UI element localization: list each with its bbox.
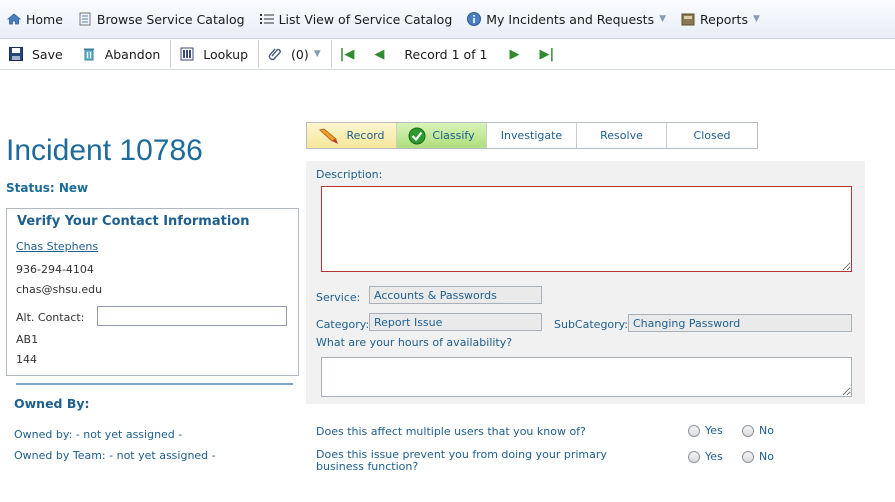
- q2-yes-label: Yes: [705, 450, 723, 463]
- stage-classify[interactable]: Classify: [397, 123, 487, 148]
- hours-label: What are your hours of availability?: [316, 336, 513, 349]
- nav-my-incidents-label: My Incidents and Requests: [486, 11, 655, 27]
- owned-by-value: Owned by: - not yet assigned -: [14, 428, 183, 441]
- chevron-down-icon: ▼: [659, 14, 667, 24]
- lookup-label: Lookup: [203, 46, 249, 62]
- description-input[interactable]: [321, 186, 852, 272]
- question-primary-function: Does this issue prevent you from doing y…: [316, 449, 607, 471]
- last-record-icon[interactable]: ▶|: [540, 47, 555, 62]
- q1-yes-label: Yes: [705, 424, 723, 437]
- nav-reports[interactable]: Reports ▼: [680, 11, 760, 27]
- attachments-button[interactable]: (0) ▼: [267, 46, 321, 62]
- contact-name-link[interactable]: Chas Stephens: [16, 240, 98, 253]
- pencil-icon: [318, 127, 340, 145]
- toolbar-separator: [330, 40, 332, 68]
- nav-browse-catalog[interactable]: Browse Service Catalog: [77, 11, 245, 27]
- home-icon: [6, 11, 22, 27]
- lookup-icon: [179, 46, 195, 62]
- catalog-icon: [77, 11, 93, 27]
- category-field: Report Issue: [369, 313, 542, 331]
- contact-info-panel: Verify Your Contact Information Chas Ste…: [6, 208, 299, 376]
- record-position: Record 1 of 1: [404, 46, 488, 62]
- q2-yes-radio[interactable]: Yes: [688, 450, 723, 463]
- info-icon: [466, 11, 482, 27]
- category-label: Category:: [316, 318, 370, 331]
- contact-building: AB1: [16, 333, 39, 346]
- save-icon: [8, 46, 24, 62]
- radio-circle-icon: [742, 450, 754, 463]
- nav-home-label: Home: [26, 11, 63, 27]
- save-button[interactable]: Save: [8, 46, 63, 62]
- save-label: Save: [32, 46, 63, 62]
- paperclip-icon: [267, 46, 283, 62]
- trash-icon: [81, 46, 97, 62]
- abandon-label: Abandon: [104, 46, 161, 62]
- nav-list-view[interactable]: List View of Service Catalog: [259, 11, 453, 27]
- q1-yes-radio[interactable]: Yes: [688, 424, 723, 437]
- stage-closed-label: Closed: [693, 129, 731, 142]
- stage-record-label: Record: [346, 129, 385, 142]
- radio-circle-icon: [688, 450, 700, 463]
- contact-email: chas@shsu.edu: [16, 283, 103, 296]
- nav-reports-label: Reports: [700, 11, 748, 27]
- previous-record-icon[interactable]: ◀: [374, 47, 384, 62]
- q1-no-label: No: [759, 424, 774, 437]
- nav-browse-label: Browse Service Catalog: [96, 11, 245, 27]
- stage-investigate[interactable]: Investigate: [487, 123, 577, 148]
- subcategory-field: Changing Password: [628, 314, 852, 332]
- radio-circle-icon: [688, 424, 700, 437]
- record-toolbar: Save Abandon Lookup (0) ▼ |◀ ◀ Record 1 …: [0, 39, 895, 70]
- stage-resolve[interactable]: Resolve: [577, 123, 667, 148]
- nav-home[interactable]: Home: [6, 11, 63, 27]
- service-label: Service:: [316, 291, 361, 304]
- attachments-count: (0): [291, 46, 309, 62]
- stage-resolve-label: Resolve: [600, 129, 643, 142]
- subcategory-label: SubCategory:: [554, 318, 629, 331]
- status-label: Status: New: [6, 181, 89, 195]
- list-icon: [259, 11, 275, 27]
- process-stage-bar: Record Classify Investigate Resolve Clos…: [306, 122, 758, 149]
- nav-my-incidents[interactable]: My Incidents and Requests ▼: [466, 11, 666, 27]
- alt-contact-input[interactable]: [97, 306, 287, 326]
- owned-by-heading: Owned By:: [14, 396, 90, 411]
- check-icon: [408, 127, 426, 145]
- owned-by-team-value: Owned by Team: - not yet assigned -: [14, 449, 216, 462]
- lookup-button[interactable]: Lookup: [179, 46, 248, 62]
- top-navigation: Home Browse Service Catalog List View of…: [0, 0, 895, 39]
- toolbar-separator: [258, 40, 260, 68]
- abandon-button[interactable]: Abandon: [81, 46, 161, 62]
- radio-circle-icon: [742, 424, 754, 437]
- stage-closed[interactable]: Closed: [667, 123, 757, 148]
- nav-list-view-label: List View of Service Catalog: [278, 11, 453, 27]
- stage-record[interactable]: Record: [307, 123, 397, 148]
- stage-classify-label: Classify: [432, 129, 475, 142]
- contact-heading: Verify Your Contact Information: [17, 214, 250, 229]
- reports-icon: [680, 11, 696, 27]
- next-record-icon[interactable]: ▶: [510, 47, 520, 62]
- toolbar-separator: [170, 40, 172, 68]
- contact-room: 144: [16, 353, 37, 366]
- incident-form-panel: Description: Service: Accounts & Passwor…: [306, 161, 865, 404]
- chevron-down-icon[interactable]: ▼: [314, 49, 321, 59]
- q2-no-label: No: [759, 450, 774, 463]
- stage-investigate-label: Investigate: [500, 129, 563, 142]
- contact-phone: 936-294-4104: [16, 263, 94, 276]
- question-multiple-users: Does this affect multiple users that you…: [316, 425, 586, 438]
- alt-contact-label: Alt. Contact:: [16, 311, 85, 324]
- description-label: Description:: [316, 168, 383, 181]
- chevron-down-icon: ▼: [752, 14, 760, 24]
- service-field: Accounts & Passwords: [369, 286, 542, 304]
- q2-no-radio[interactable]: No: [742, 450, 774, 463]
- section-divider: [16, 383, 293, 385]
- q1-no-radio[interactable]: No: [742, 424, 774, 437]
- first-record-icon[interactable]: |◀: [340, 47, 355, 62]
- hours-input[interactable]: [321, 357, 852, 397]
- page-title: Incident 10786: [6, 134, 203, 167]
